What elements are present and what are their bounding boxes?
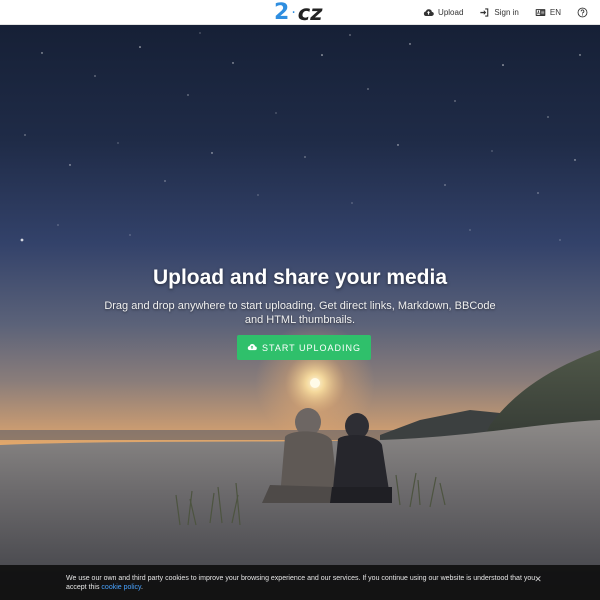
nav-language[interactable]: EN — [527, 0, 569, 25]
nav-upload[interactable]: Upload — [415, 0, 471, 25]
start-uploading-button[interactable]: START UPLOADING — [237, 335, 371, 360]
site-logo[interactable]: 2 · cz — [274, 0, 322, 25]
nav-upload-label: Upload — [438, 8, 464, 17]
help-icon — [577, 7, 588, 18]
cookie-suffix: . — [140, 584, 143, 591]
hero-section[interactable]: Upload and share your media Drag and dro… — [0, 25, 600, 600]
nav-help[interactable] — [569, 0, 596, 25]
cookie-message: We use our own and third party cookies t… — [66, 574, 536, 592]
nav-sign-in-label: Sign in — [494, 8, 519, 17]
start-uploading-label: START UPLOADING — [261, 342, 362, 353]
hero-subtitle: Drag and drop anywhere to start uploadin… — [104, 300, 496, 326]
language-icon — [535, 7, 546, 18]
close-icon[interactable]: ✕ — [533, 574, 543, 584]
top-bar: 2 · cz Upload Sign in EN — [0, 0, 600, 25]
nav-language-label: EN — [549, 8, 561, 17]
cloud-upload-icon — [247, 342, 257, 354]
cloud-upload-icon — [423, 7, 434, 18]
moon — [310, 378, 320, 388]
cookie-banner: We use our own and third party cookies t… — [0, 565, 600, 600]
sign-in-icon — [479, 7, 490, 18]
nav-sign-in[interactable]: Sign in — [471, 0, 526, 25]
stars — [20, 32, 581, 242]
hero-title: Upload and share your media — [152, 266, 448, 289]
logo-separator: · — [291, 4, 296, 21]
top-nav: Upload Sign in EN — [415, 0, 596, 25]
logo-number: 2 — [274, 0, 290, 25]
cookie-policy-link[interactable]: cookie policy — [101, 584, 141, 591]
logo-text: cz — [297, 0, 323, 25]
